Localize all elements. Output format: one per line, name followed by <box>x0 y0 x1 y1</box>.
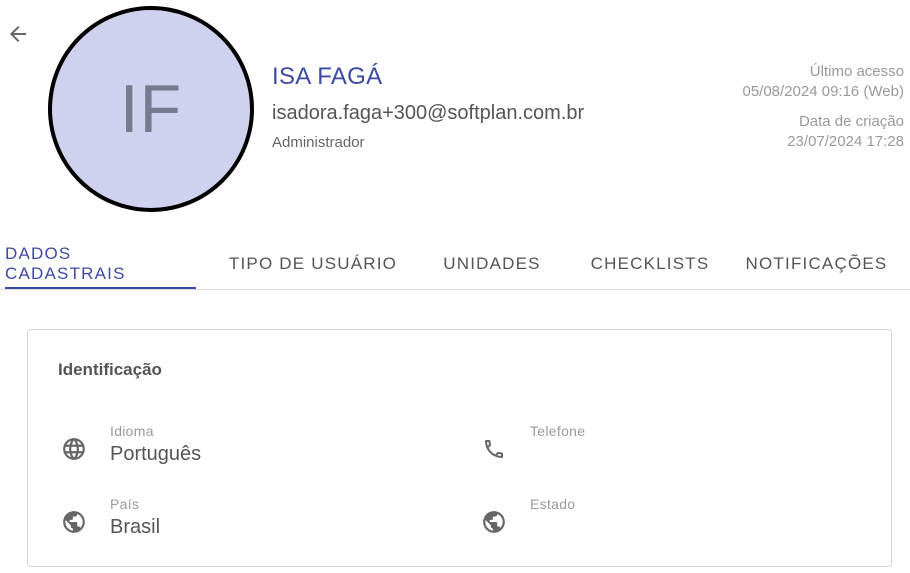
field-label: Estado <box>530 496 576 512</box>
field-label: País <box>110 496 140 512</box>
field-idioma: Idioma Português <box>60 423 440 473</box>
field-pais: País Brasil <box>60 496 440 546</box>
creation-date-label: Data de criação <box>798 113 904 130</box>
tab-checklists[interactable]: CHECKLISTS <box>582 240 718 288</box>
field-label: Idioma <box>110 423 154 439</box>
tab-bar: DADOS CADASTRAIS TIPO DE USUÁRIO UNIDADE… <box>0 240 910 290</box>
tab-dados-cadastrais[interactable]: DADOS CADASTRAIS <box>5 240 196 289</box>
tab-unidades[interactable]: UNIDADES <box>432 240 552 288</box>
tab-tipo-de-usuario[interactable]: TIPO DE USUÁRIO <box>222 240 404 288</box>
user-email: isadora.faga+300@softplan.com.br <box>272 102 585 124</box>
phone-icon <box>480 435 508 463</box>
earth-icon <box>480 508 508 536</box>
globe-icon <box>60 435 88 463</box>
field-value: Português <box>110 443 202 465</box>
field-telefone: Telefone <box>480 423 860 473</box>
identification-card: Identificação Idioma Português Telefone … <box>27 329 892 567</box>
user-role: Administrador <box>272 134 365 151</box>
last-access: Último acesso 05/08/2024 09:16 (Web) <box>742 62 904 102</box>
last-access-value: 05/08/2024 09:16 (Web) <box>742 83 904 100</box>
card-title: Identificação <box>58 360 162 379</box>
field-label: Telefone <box>530 423 586 439</box>
user-name: ISA FAGÁ <box>272 63 383 90</box>
field-value: Brasil <box>110 516 161 538</box>
earth-icon <box>60 508 88 536</box>
creation-date: Data de criação 23/07/2024 17:28 <box>787 112 904 152</box>
back-button[interactable] <box>4 20 32 48</box>
last-access-label: Último acesso <box>809 63 904 80</box>
avatar: IF <box>48 6 254 212</box>
creation-date-value: 23/07/2024 17:28 <box>787 133 904 150</box>
arrow-left-icon <box>10 26 26 42</box>
field-estado: Estado <box>480 496 860 546</box>
tab-notificacoes[interactable]: NOTIFICAÇÕES <box>740 240 893 288</box>
